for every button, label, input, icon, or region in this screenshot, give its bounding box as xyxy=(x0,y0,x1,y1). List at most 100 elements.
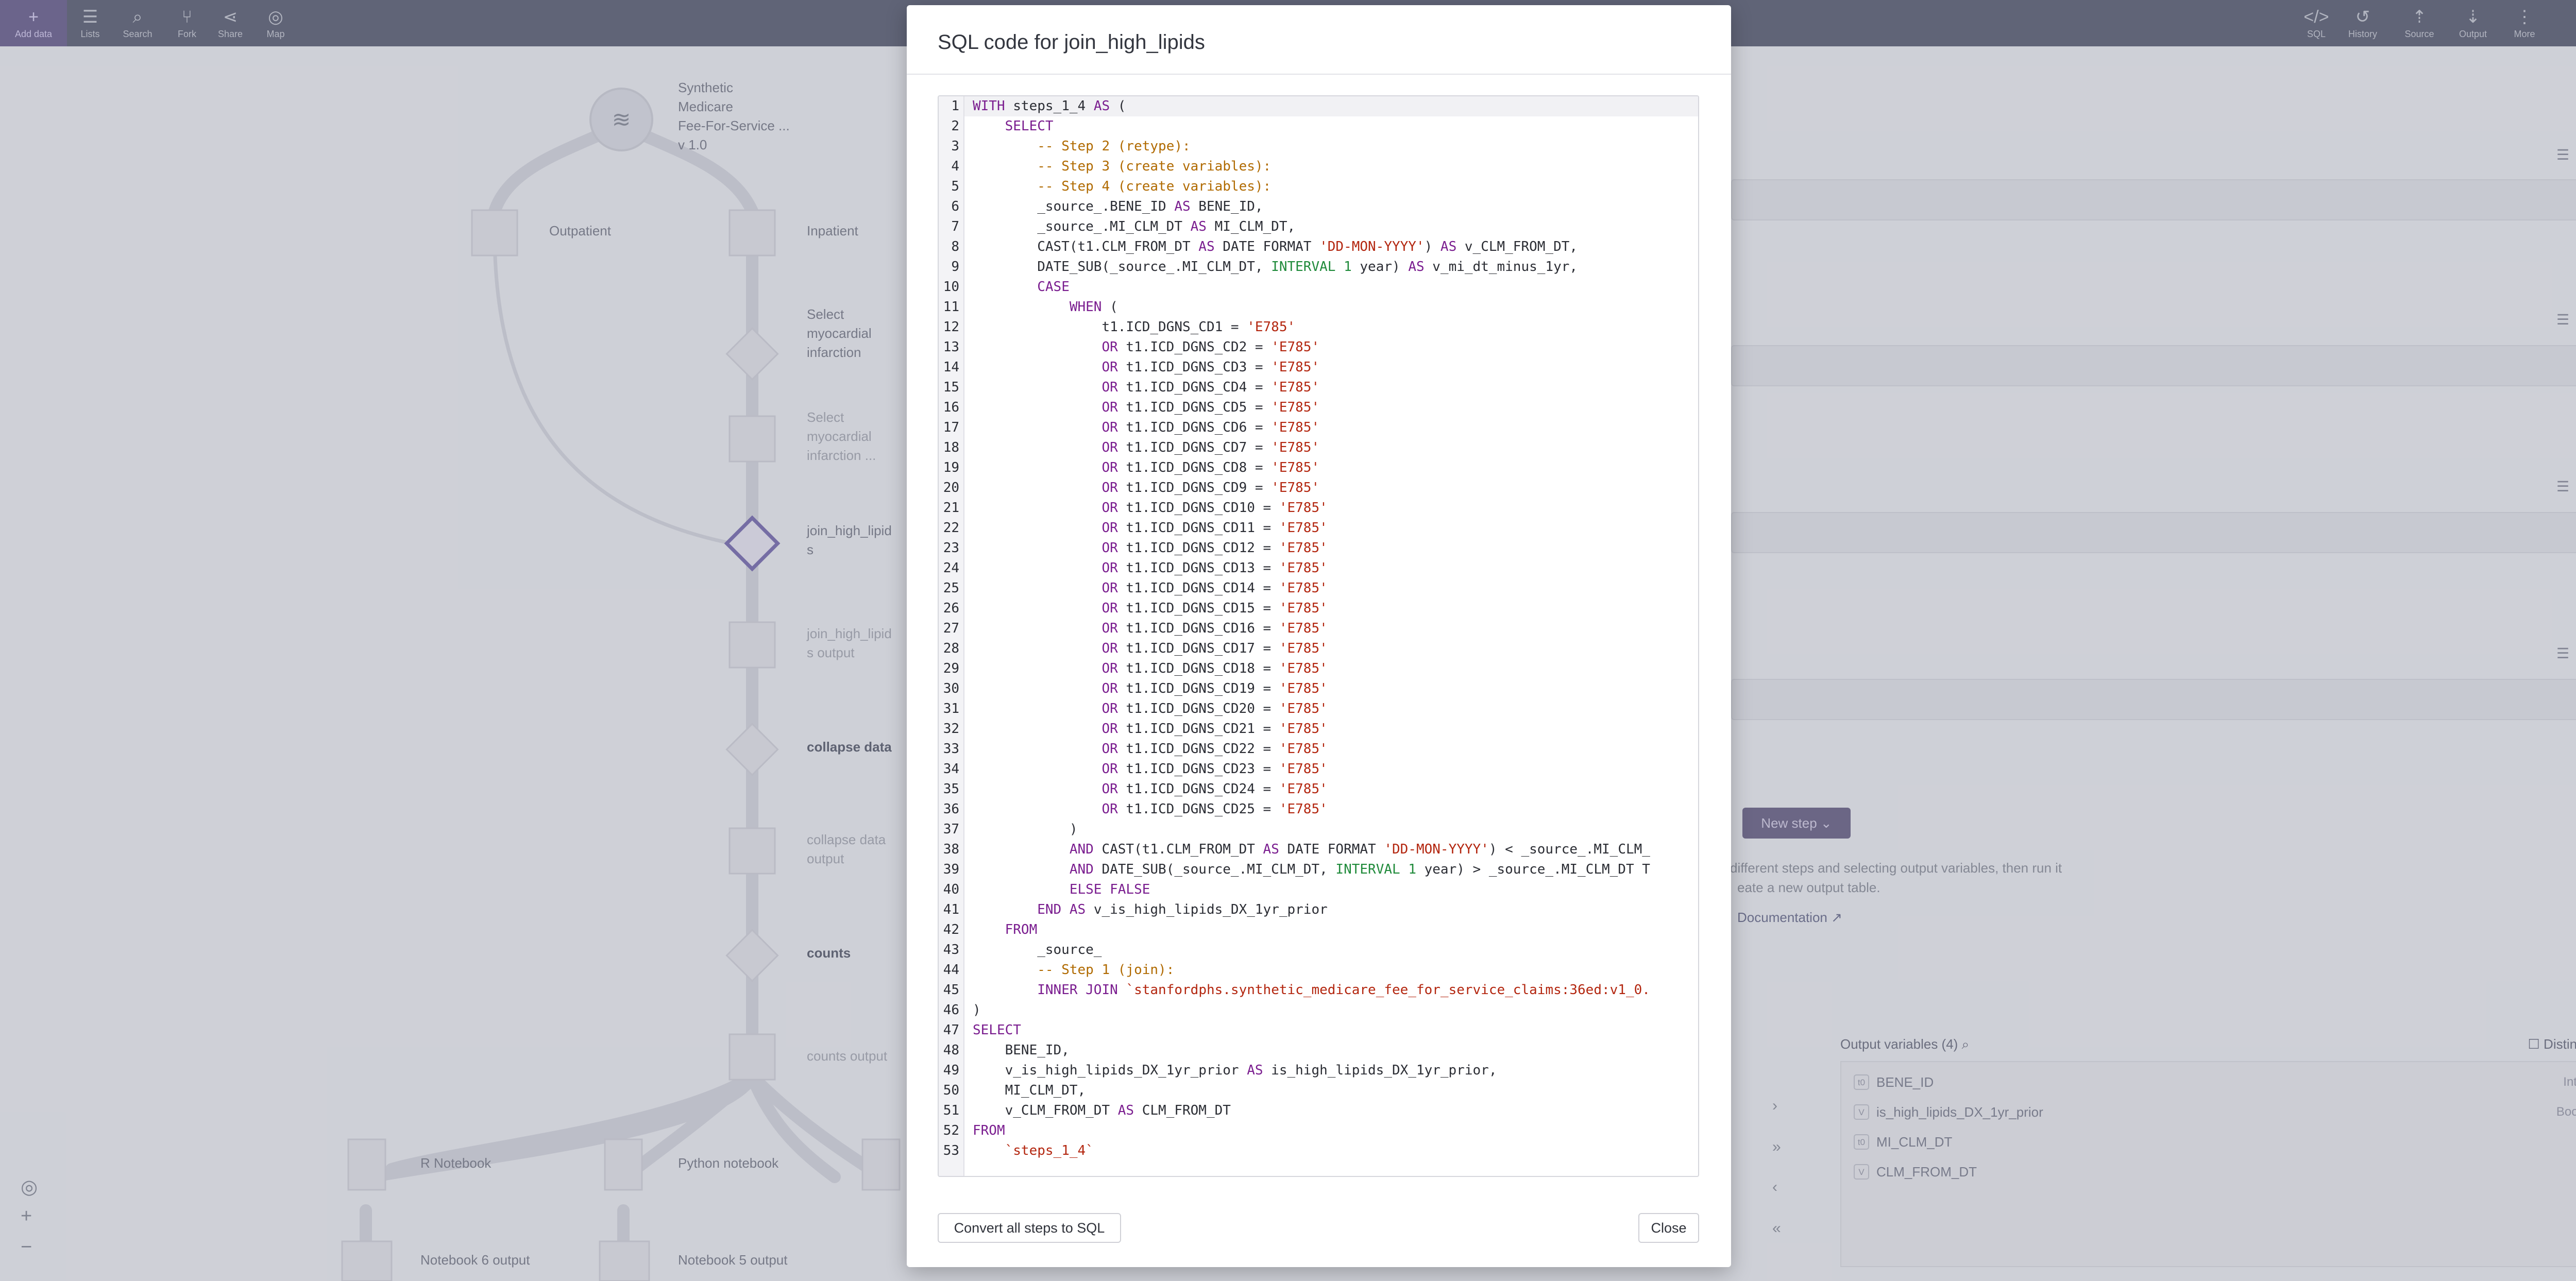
code-line: 6 _source_.BENE_ID AS BENE_ID, xyxy=(939,197,1698,217)
code-line: 7 _source_.MI_CLM_DT AS MI_CLM_DT, xyxy=(939,217,1698,237)
line-number: 37 xyxy=(943,822,959,837)
code-line: 8 CAST(t1.CLM_FROM_DT AS DATE FORMAT 'DD… xyxy=(939,237,1698,257)
code-text: OR t1.ICD_DGNS_CD21 = 'E785' xyxy=(1101,721,1328,737)
line-number: 14 xyxy=(943,360,959,375)
line-number: 34 xyxy=(943,761,959,777)
code-text: -- Step 4 (create variables): xyxy=(1037,179,1272,194)
code-text: OR t1.ICD_DGNS_CD25 = 'E785' xyxy=(1101,801,1328,817)
code-text: _source_ xyxy=(973,942,1102,958)
code-text: OR t1.ICD_DGNS_CD7 = 'E785' xyxy=(1101,440,1320,455)
code-line: 24 OR t1.ICD_DGNS_CD13 = 'E785' xyxy=(939,558,1698,578)
modal-header: SQL code for join_high_lipids xyxy=(907,5,1731,75)
line-number: 10 xyxy=(943,279,959,295)
code-line: 10 CASE xyxy=(939,277,1698,297)
code-text: OR t1.ICD_DGNS_CD22 = 'E785' xyxy=(1101,741,1328,757)
line-number: 36 xyxy=(943,801,959,817)
line-number: 3 xyxy=(951,139,959,154)
code-line: 35 OR t1.ICD_DGNS_CD24 = 'E785' xyxy=(939,779,1698,799)
code-line: 5 -- Step 4 (create variables): xyxy=(939,177,1698,197)
line-number: 16 xyxy=(943,400,959,415)
code-line: 38 AND CAST(t1.CLM_FROM_DT AS DATE FORMA… xyxy=(939,840,1698,860)
code-line: 42 FROM xyxy=(939,920,1698,940)
code-text: ) xyxy=(973,822,1078,837)
code-text: CAST(t1.CLM_FROM_DT AS DATE FORMAT 'DD-M… xyxy=(973,239,1578,254)
code-text: END AS v_is_high_lipids_DX_1yr_prior xyxy=(1037,902,1328,917)
line-number: 45 xyxy=(943,982,959,998)
code-text: _source_.BENE_ID AS BENE_ID, xyxy=(973,199,1263,214)
code-text: OR t1.ICD_DGNS_CD14 = 'E785' xyxy=(1101,580,1328,596)
code-line: 12 t1.ICD_DGNS_CD1 = 'E785' xyxy=(939,317,1698,337)
line-number: 20 xyxy=(943,480,959,496)
line-number: 43 xyxy=(943,942,959,958)
line-number: 39 xyxy=(943,862,959,877)
code-text: DATE_SUB(_source_.MI_CLM_DT, INTERVAL 1 … xyxy=(973,259,1578,275)
code-line: 23 OR t1.ICD_DGNS_CD12 = 'E785' xyxy=(939,538,1698,558)
line-number: 50 xyxy=(943,1083,959,1098)
code-text: WHEN ( xyxy=(1069,299,1118,315)
code-text: OR t1.ICD_DGNS_CD24 = 'E785' xyxy=(1101,781,1328,797)
code-line: 45 INNER JOIN `stanfordphs.synthetic_med… xyxy=(939,980,1698,1000)
line-number: 38 xyxy=(943,842,959,857)
line-number: 4 xyxy=(951,159,959,174)
code-line: 33 OR t1.ICD_DGNS_CD22 = 'E785' xyxy=(939,739,1698,759)
line-number: 24 xyxy=(943,560,959,576)
code-text: OR t1.ICD_DGNS_CD10 = 'E785' xyxy=(1101,500,1328,516)
code-text: OR t1.ICD_DGNS_CD8 = 'E785' xyxy=(1101,460,1320,475)
code-line: 22 OR t1.ICD_DGNS_CD11 = 'E785' xyxy=(939,518,1698,538)
code-text: _source_.MI_CLM_DT AS MI_CLM_DT, xyxy=(973,219,1296,234)
code-text: SELECT xyxy=(973,1022,1021,1038)
code-line: 14 OR t1.ICD_DGNS_CD3 = 'E785' xyxy=(939,357,1698,378)
line-number: 31 xyxy=(943,701,959,716)
code-line: 25 OR t1.ICD_DGNS_CD14 = 'E785' xyxy=(939,578,1698,599)
line-number: 30 xyxy=(943,681,959,696)
sql-code-editor[interactable]: 1 WITH steps_1_4 AS (2 SELECT 3 -- Step 2 … xyxy=(938,95,1699,1177)
line-number: 5 xyxy=(951,179,959,194)
line-number: 21 xyxy=(943,500,959,516)
line-number: 25 xyxy=(943,580,959,596)
code-line: 2 SELECT xyxy=(939,116,1698,136)
code-text: BENE_ID, xyxy=(973,1043,1070,1058)
code-text: OR t1.ICD_DGNS_CD2 = 'E785' xyxy=(1101,339,1320,355)
code-line: 27 OR t1.ICD_DGNS_CD16 = 'E785' xyxy=(939,619,1698,639)
line-number: 12 xyxy=(943,319,959,335)
code-line: 47 SELECT xyxy=(939,1020,1698,1040)
line-number: 11 xyxy=(943,299,959,315)
line-number: 44 xyxy=(943,962,959,978)
code-text: -- Step 3 (create variables): xyxy=(1037,159,1272,174)
code-line: 51 v_CLM_FROM_DT AS CLM_FROM_DT xyxy=(939,1101,1698,1121)
convert-all-steps-button[interactable]: Convert all steps to SQL xyxy=(938,1213,1121,1243)
code-text: OR t1.ICD_DGNS_CD3 = 'E785' xyxy=(1101,360,1320,375)
modal-title: SQL code for join_high_lipids xyxy=(938,31,1205,54)
code-line: 41 END AS v_is_high_lipids_DX_1yr_prior xyxy=(939,900,1698,920)
code-text: WITH steps_1_4 AS ( xyxy=(973,98,1126,114)
code-text: OR t1.ICD_DGNS_CD17 = 'E785' xyxy=(1101,641,1328,656)
code-text: OR t1.ICD_DGNS_CD18 = 'E785' xyxy=(1101,661,1328,676)
code-line: 16 OR t1.ICD_DGNS_CD5 = 'E785' xyxy=(939,398,1698,418)
code-text: v_is_high_lipids_DX_1yr_prior AS is_high… xyxy=(973,1063,1497,1078)
code-line: 48 BENE_ID, xyxy=(939,1040,1698,1061)
code-text: OR t1.ICD_DGNS_CD6 = 'E785' xyxy=(1101,420,1320,435)
line-number: 28 xyxy=(943,641,959,656)
code-line: 15 OR t1.ICD_DGNS_CD4 = 'E785' xyxy=(939,378,1698,398)
line-number: 48 xyxy=(943,1043,959,1058)
code-text: OR t1.ICD_DGNS_CD11 = 'E785' xyxy=(1101,520,1328,536)
code-text: INNER JOIN `stanfordphs.synthetic_medica… xyxy=(1037,982,1650,998)
code-text: OR t1.ICD_DGNS_CD23 = 'E785' xyxy=(1101,761,1328,777)
line-number: 40 xyxy=(943,882,959,897)
line-number: 47 xyxy=(943,1022,959,1038)
code-line: 9 DATE_SUB(_source_.MI_CLM_DT, INTERVAL … xyxy=(939,257,1698,277)
code-line: 30 OR t1.ICD_DGNS_CD19 = 'E785' xyxy=(939,679,1698,699)
line-number: 41 xyxy=(943,902,959,917)
line-number: 35 xyxy=(943,781,959,797)
code-text: OR t1.ICD_DGNS_CD5 = 'E785' xyxy=(1101,400,1320,415)
code-line: 46) xyxy=(939,1000,1698,1020)
code-line: 52 FROM xyxy=(939,1121,1698,1141)
code-text: SELECT xyxy=(1005,118,1054,134)
line-number: 33 xyxy=(943,741,959,757)
code-text: OR t1.ICD_DGNS_CD9 = 'E785' xyxy=(1101,480,1320,496)
line-number: 13 xyxy=(943,339,959,355)
code-text: FROM xyxy=(973,1123,1005,1138)
line-number: 27 xyxy=(943,621,959,636)
close-button[interactable]: Close xyxy=(1638,1213,1699,1243)
code-text: FROM xyxy=(1005,922,1038,937)
